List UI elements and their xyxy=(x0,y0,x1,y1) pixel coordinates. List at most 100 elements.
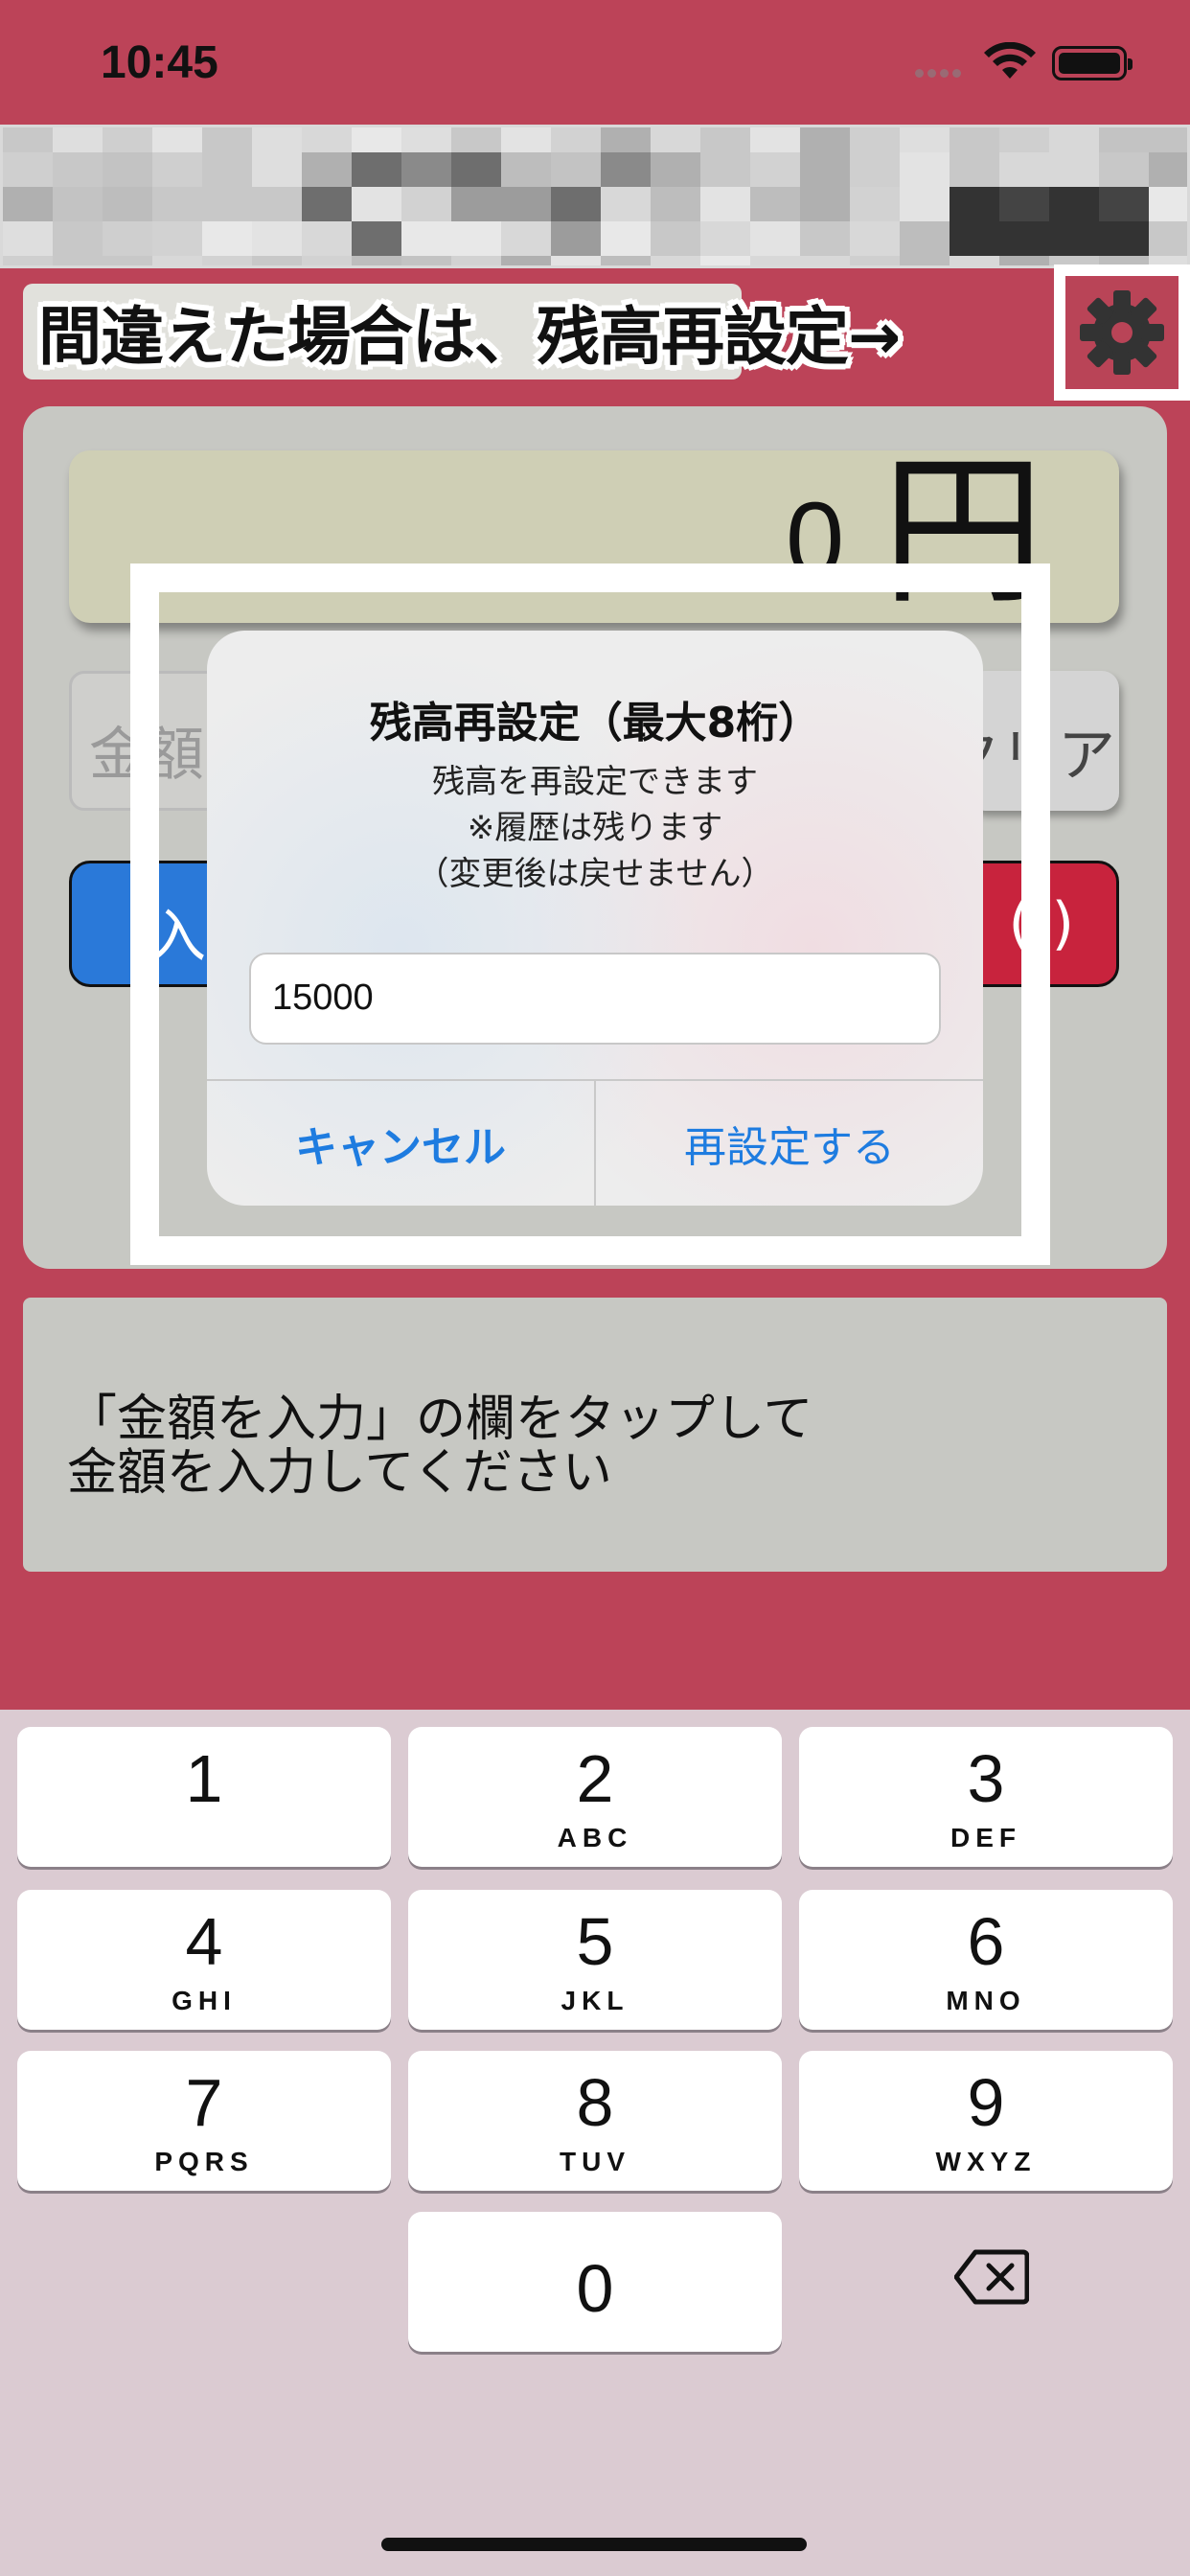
ad-pixel xyxy=(750,187,800,221)
ad-pixel xyxy=(750,127,800,152)
key-letters: MNO xyxy=(946,1986,1026,2015)
key-7[interactable]: 7 PQRS xyxy=(17,2051,391,2191)
ad-pixel xyxy=(850,127,900,152)
ad-pixel xyxy=(302,256,352,265)
ad-pixel xyxy=(202,221,252,256)
ad-pixel xyxy=(800,127,850,152)
key-3[interactable]: 3 DEF xyxy=(799,1727,1173,1867)
ad-pixel xyxy=(800,187,850,221)
key-1[interactable]: 1 xyxy=(17,1727,391,1867)
confirm-reset-button[interactable]: 再設定する xyxy=(596,1081,983,1206)
ad-pixel xyxy=(1099,187,1149,221)
ad-pixel xyxy=(53,256,103,265)
reset-amount-value: 15000 xyxy=(272,978,374,1018)
ad-pixel xyxy=(401,152,451,187)
key-0[interactable]: 0 xyxy=(408,2212,782,2352)
ad-pixel xyxy=(601,256,651,265)
key-digit: 5 xyxy=(576,1904,614,1979)
key-letters: JKL xyxy=(561,1986,629,2015)
ad-pixel xyxy=(451,187,501,221)
ad-pixel xyxy=(651,127,700,152)
alert-message-line: （変更後は戻せません） xyxy=(416,855,774,893)
ad-pixel xyxy=(302,127,352,152)
ad-pixel xyxy=(1099,127,1149,152)
key-4[interactable]: 4 GHI xyxy=(17,1890,391,2030)
ad-pixel xyxy=(850,256,900,265)
cancel-button[interactable]: キャンセル xyxy=(207,1081,594,1206)
ad-pixel xyxy=(152,127,202,152)
ad-pixel xyxy=(53,187,103,221)
key-8[interactable]: 8 TUV xyxy=(408,2051,782,2191)
wifi-icon xyxy=(984,42,1036,79)
ad-pixel xyxy=(1149,152,1187,187)
ad-pixel xyxy=(152,152,202,187)
ad-pixel xyxy=(900,221,950,256)
ad-pixel xyxy=(401,187,451,221)
key-6[interactable]: 6 MNO xyxy=(799,1890,1173,2030)
ad-pixel xyxy=(1049,127,1099,152)
ad-pixel xyxy=(551,187,601,221)
key-digit: 2 xyxy=(576,1741,614,1816)
ad-pixel xyxy=(651,256,700,265)
key-digit: 9 xyxy=(967,2065,1005,2140)
ad-pixel xyxy=(152,187,202,221)
ad-pixel xyxy=(900,152,950,187)
ad-pixel xyxy=(601,221,651,256)
key-2[interactable]: 2 ABC xyxy=(408,1727,782,1867)
key-9[interactable]: 9 WXYZ xyxy=(799,2051,1173,2191)
home-indicator[interactable] xyxy=(381,2538,807,2551)
ad-pixel xyxy=(3,256,53,265)
ad-pixel xyxy=(1149,187,1187,221)
ad-pixel xyxy=(999,187,1049,221)
ad-pixel xyxy=(750,221,800,256)
ad-pixel xyxy=(53,152,103,187)
alert-message-line: 残高を再設定できます xyxy=(432,763,758,801)
backspace-icon[interactable] xyxy=(954,2248,1029,2306)
gear-icon[interactable] xyxy=(1068,279,1176,386)
ad-pixel xyxy=(202,152,252,187)
ad-pixel xyxy=(103,127,152,152)
ad-pixel xyxy=(352,221,401,256)
ad-pixel xyxy=(1049,221,1099,256)
ad-pixel xyxy=(850,152,900,187)
key-digit: 6 xyxy=(967,1904,1005,1979)
key-digit: 1 xyxy=(185,1741,223,1816)
ad-pixel xyxy=(601,127,651,152)
ad-pixel xyxy=(103,152,152,187)
ad-pixel xyxy=(451,256,501,265)
ad-pixel xyxy=(53,127,103,152)
status-time: 10:45 xyxy=(101,37,218,88)
ad-pixel xyxy=(302,221,352,256)
ad-banner[interactable] xyxy=(0,125,1190,268)
ad-pixel xyxy=(501,127,551,152)
reset-balance-alert: 残高再設定（最大8桁） 残高を再設定できます ※履歴は残ります （変更後は戻せま… xyxy=(207,631,983,1206)
ad-pixel xyxy=(302,152,352,187)
ad-pixel xyxy=(501,221,551,256)
ad-pixel xyxy=(950,127,999,152)
ad-pixel xyxy=(302,187,352,221)
key-letters: GHI xyxy=(172,1986,237,2015)
key-5[interactable]: 5 JKL xyxy=(408,1890,782,2030)
ad-pixel xyxy=(451,152,501,187)
ad-pixel xyxy=(103,187,152,221)
ad-pixel xyxy=(551,127,601,152)
ad-pixel xyxy=(999,256,1049,265)
ad-pixel xyxy=(53,221,103,256)
ad-pixel xyxy=(700,152,750,187)
numeric-keyboard: 1 2 ABC 3 DEF 4 GHI 5 JKL 6 MNO 7 PQRS 8 TUV 9 W… xyxy=(0,1710,1190,2576)
ad-pixel xyxy=(103,256,152,265)
ad-pixel xyxy=(451,221,501,256)
ad-pixel xyxy=(3,221,53,256)
ad-pixel xyxy=(700,256,750,265)
reset-amount-input[interactable]: 15000 xyxy=(249,953,941,1045)
ad-pixel xyxy=(900,187,950,221)
ad-pixel xyxy=(950,256,999,265)
ad-pixel xyxy=(950,221,999,256)
ad-pixel xyxy=(750,152,800,187)
ad-pixel xyxy=(352,152,401,187)
ad-pixel xyxy=(252,127,302,152)
key-digit: 4 xyxy=(185,1904,223,1979)
ad-pixel xyxy=(501,256,551,265)
ad-pixel xyxy=(700,127,750,152)
key-letters: TUV xyxy=(560,2147,630,2176)
